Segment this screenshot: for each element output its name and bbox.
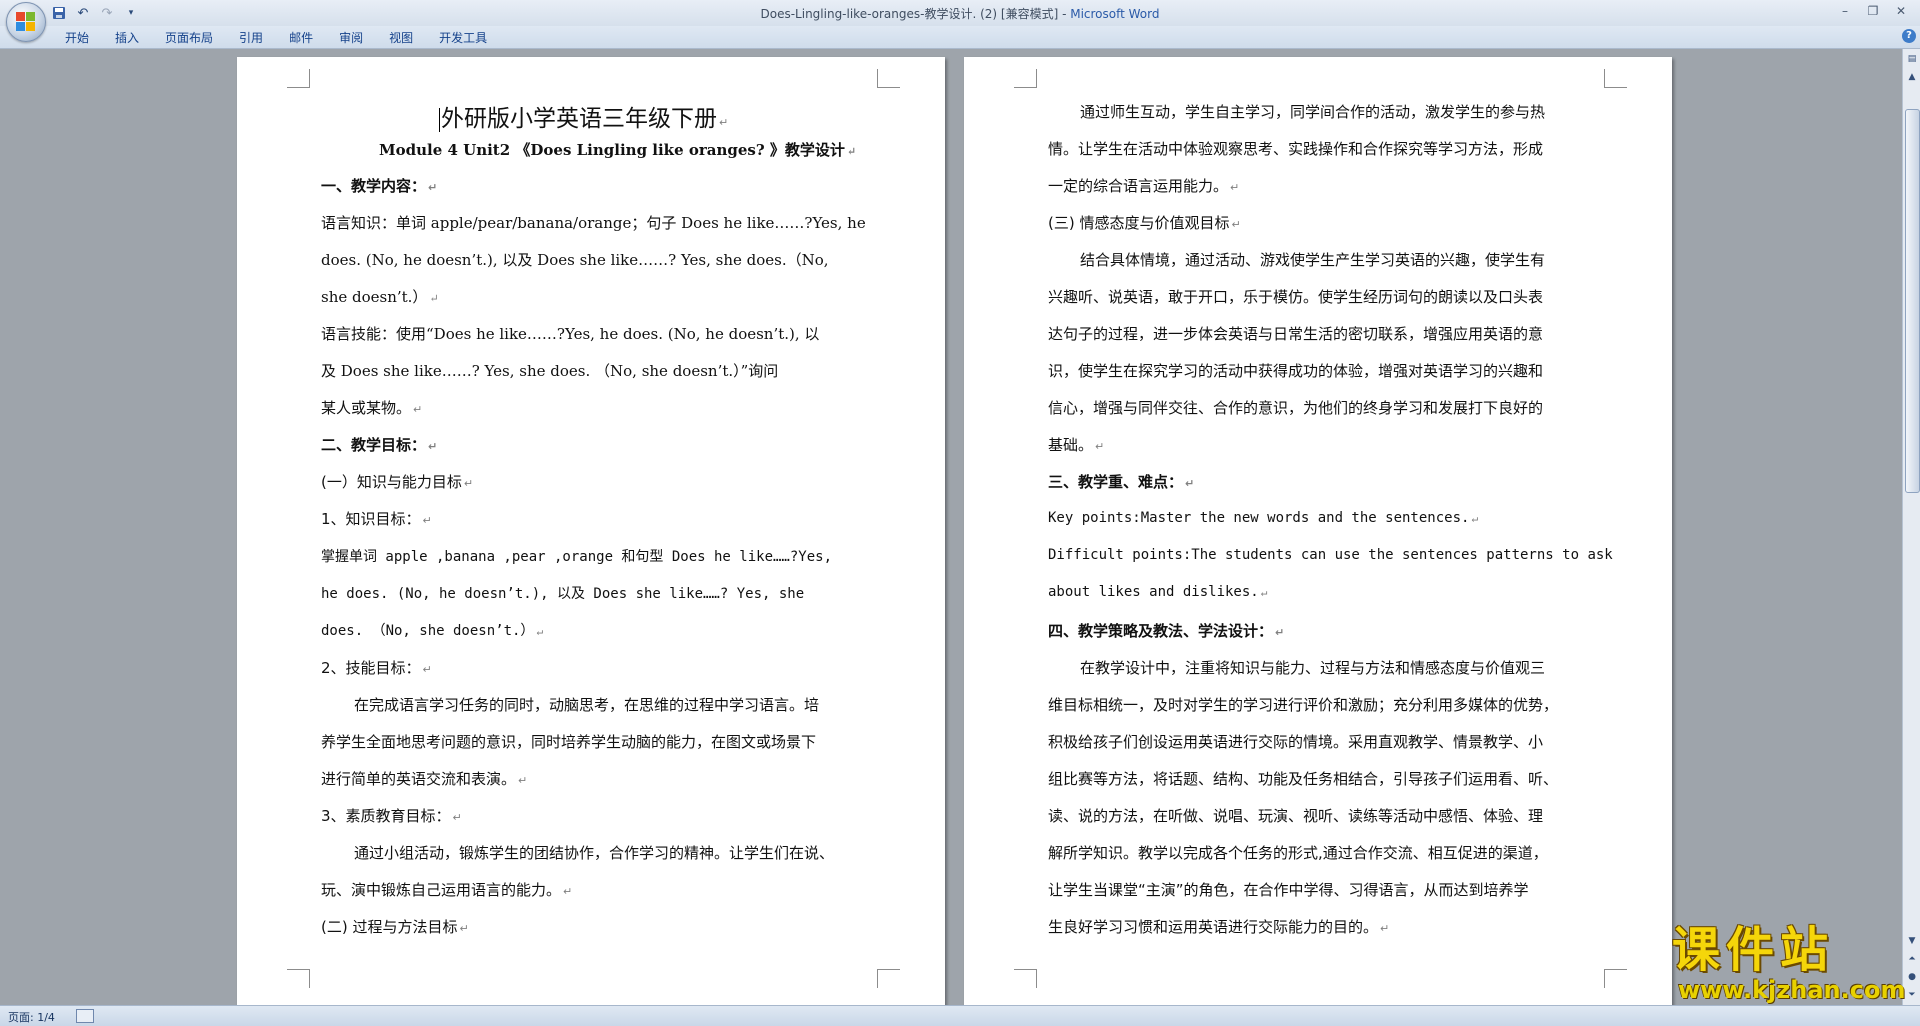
watermark-title: 课件站	[1672, 922, 1835, 978]
paragraph-line: 信心，增强与同伴交往、合作的意识，为他们的终身学习和发展打下良好的	[1048, 399, 1544, 417]
ribbon-tabs: 开始 插入 页面布局 引用 邮件 审阅 视图 开发工具	[52, 28, 500, 48]
scrollbar-thumb[interactable]	[1905, 109, 1920, 493]
page-2-body: 通过师生互动，学生自主学习，同学间合作的活动，激发学生的参与热 情。让学生在活动…	[964, 57, 1672, 1005]
tab-review[interactable]: 审阅	[326, 28, 376, 48]
tab-developer[interactable]: 开发工具	[426, 28, 500, 48]
document-workspace[interactable]: 外研版小学英语三年级下册 ↵ Module 4 Unit2 《Does Lingl…	[0, 49, 1902, 1005]
ribbon: 开始 插入 页面布局 引用 邮件 审阅 视图 开发工具 ?	[0, 26, 1920, 49]
paragraph-line: 达句子的过程，进一步体会英语与日常生活的密切联系，增强应用英语的意	[1048, 325, 1544, 343]
minimize-icon[interactable]: –	[1832, 2, 1858, 20]
window-title: Does-Lingling-like-oranges-教学设计. (2) [兼容…	[0, 5, 1920, 22]
paragraph-line: 1、知识目标： ↵	[321, 510, 432, 528]
paragraph-line: 一、教学内容： ↵	[321, 177, 438, 195]
paragraph-line: 解所学知识。教学以完成各个任务的形式,通过合作交流、相互促进的渠道，	[1048, 844, 1548, 862]
paragraph-line: 维目标相统一，及时对学生的学习进行评价和激励；充分利用多媒体的优势，	[1048, 696, 1559, 714]
tab-home[interactable]: 开始	[52, 28, 102, 48]
paragraph-line: 兴趣听、说英语，敢于开口，乐于模仿。使学生经历词句的朗读以及口头表	[1048, 288, 1544, 306]
tab-page-layout[interactable]: 页面布局	[152, 28, 226, 48]
paragraph-line: 一定的综合语言运用能力。 ↵	[1048, 177, 1240, 195]
section-heading: 三、教学重、难点： ↵	[1048, 473, 1195, 491]
proofing-icon[interactable]	[76, 1009, 94, 1023]
paragraph-line: does. （No, she doesn’t.） ↵	[321, 623, 544, 639]
paragraph-line: 通过师生互动，学生自主学习，同学间合作的活动，激发学生的参与热	[1080, 103, 1546, 121]
section-heading: 四、教学策略及教法、学法设计： ↵	[1048, 622, 1285, 640]
tab-mailings[interactable]: 邮件	[276, 28, 326, 48]
help-icon[interactable]: ?	[1902, 29, 1916, 43]
paragraph-line: 让学生当课堂“主演”的角色，在合作中学得、习得语言，从而达到培养学	[1048, 881, 1529, 899]
paragraph-line: 在教学设计中，注重将知识与能力、过程与方法和情感态度与价值观三	[1080, 659, 1546, 677]
tab-insert[interactable]: 插入	[102, 28, 152, 48]
paragraph-line: 生良好学习习惯和运用英语进行交际能力的目的。 ↵	[1048, 918, 1390, 936]
paragraph-line: 基础。 ↵	[1048, 436, 1105, 454]
office-button[interactable]	[6, 2, 46, 42]
application-name: Microsoft Word	[1070, 7, 1160, 21]
window-controls: – ❐ ✕	[1832, 2, 1914, 20]
paragraph-line: 某人或某物。 ↵	[321, 399, 423, 417]
restore-icon[interactable]: ❐	[1860, 2, 1886, 20]
ruler-toggle-icon[interactable]: ▤	[1904, 51, 1920, 67]
paragraph-line: 读、说的方法，在听做、说唱、玩演、视听、读练等活动中感悟、体验、理	[1048, 807, 1544, 825]
paragraph-line: 通过小组活动，锻炼学生的团结协作，合作学习的精神。让学生们在说、	[354, 844, 835, 862]
paragraph-line: Key points:Master the new words and the …	[1048, 510, 1479, 526]
scroll-up-icon[interactable]: ▲	[1904, 69, 1920, 85]
paragraph-line: 玩、演中锻炼自己运用语言的能力。 ↵	[321, 881, 573, 899]
page-1-body: 外研版小学英语三年级下册 ↵ Module 4 Unit2 《Does Lingl…	[237, 57, 945, 1005]
paragraph-line: 组比赛等方法，将话题、结构、功能及任务相结合，引导孩子们运用看、听、	[1048, 770, 1559, 788]
paragraph-line: does. (No, he doesn’t.), 以及 Does she lik…	[321, 251, 829, 269]
paragraph-line: 在完成语言学习任务的同时，动脑思考，在思维的过程中学习语言。培	[354, 696, 820, 714]
paragraph-line: 积极给孩子们创设运用英语进行交际的情境。采用直观教学、情景教学、小	[1048, 733, 1544, 751]
document-page-1[interactable]: 外研版小学英语三年级下册 ↵ Module 4 Unit2 《Does Lingl…	[237, 57, 945, 1005]
vertical-scrollbar[interactable]: ▤ ▲ ▼ ⏶ ● ⏷	[1902, 49, 1920, 1005]
paragraph-line: 掌握单词 apple ,banana ,pear ,orange 和句型 Doe…	[321, 549, 833, 565]
section-heading: 二、教学目标： ↵	[321, 436, 438, 454]
tab-references[interactable]: 引用	[226, 28, 276, 48]
watermark-url: www.kjzhan.com	[1678, 976, 1906, 1004]
paragraph-line: 养学生全面地思考问题的意识，同时培养学生动脑的能力，在图文或场景下	[321, 733, 817, 751]
paragraph-line: 2、技能目标： ↵	[321, 659, 432, 677]
document-page-2[interactable]: 通过师生互动，学生自主学习，同学间合作的活动，激发学生的参与热 情。让学生在活动…	[964, 57, 1672, 1005]
paragraph-line: 结合具体情境，通过活动、游戏使学生产生学习英语的兴趣，使学生有	[1080, 251, 1546, 269]
document-subtitle: Module 4 Unit2 《Does Lingling like orang…	[379, 141, 857, 159]
section-heading: (三) 情感态度与价值观目标 ↵	[1048, 214, 1241, 232]
paragraph-line: 情。让学生在活动中体验观察思考、实践操作和合作探究等学习方法，形成	[1048, 140, 1544, 158]
paragraph-line: 识，使学生在探究学习的活动中获得成功的体验，增强对英语学习的兴趣和	[1048, 362, 1544, 380]
paragraph-line: he does. (No, he doesn’t.), 以及 Does she …	[321, 586, 805, 602]
text-cursor	[439, 107, 440, 132]
page-indicator[interactable]: 页面: 1/4	[8, 1009, 55, 1025]
paragraph-line: 语言技能：使用“Does he like……?Yes, he does. (No…	[321, 325, 820, 343]
status-bar: 页面: 1/4	[0, 1005, 1920, 1026]
paragraph-line: Difficult points:The students can use th…	[1048, 547, 1613, 563]
section-heading: (二) 过程与方法目标 ↵	[321, 918, 469, 936]
title-bar: ↶ ↷ ▾ Does-Lingling-like-oranges-教学设计. (…	[0, 0, 1920, 27]
paragraph-line: 进行简单的英语交流和表演。 ↵	[321, 770, 528, 788]
paragraph-line: 3、素质教育目标： ↵	[321, 807, 462, 825]
section-heading: (一）知识与能力目标 ↵	[321, 473, 474, 491]
document-title: 外研版小学英语三年级下册 ↵	[439, 106, 729, 132]
document-title: Does-Lingling-like-oranges-教学设计. (2) [兼容…	[760, 7, 1071, 21]
tab-view[interactable]: 视图	[376, 28, 426, 48]
watermark-logo: 课件站 www.kjzhan.com	[1672, 922, 1910, 1004]
paragraph-line: about likes and dislikes. ↵	[1048, 584, 1268, 600]
paragraph-line: she doesn’t.） ↵	[321, 288, 439, 306]
office-logo-icon	[16, 12, 36, 32]
close-icon[interactable]: ✕	[1888, 2, 1914, 20]
paragraph-line: 语言知识：单词 apple/pear/banana/orange；句子 Does…	[321, 214, 866, 232]
paragraph-line: 及 Does she like……? Yes, she does. （No, s…	[321, 362, 779, 380]
